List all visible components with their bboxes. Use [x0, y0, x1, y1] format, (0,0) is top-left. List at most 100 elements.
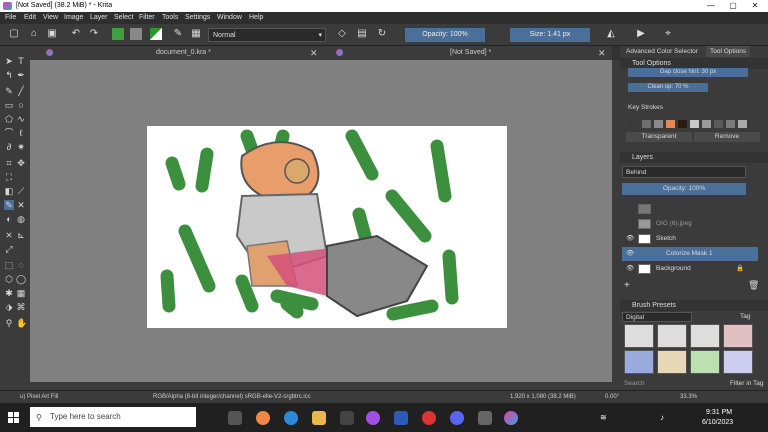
clean-up-slider[interactable]: Clean up: 70 % [628, 83, 708, 92]
key-stroke-swatch[interactable] [702, 120, 711, 128]
layer-row[interactable]: 👁 Sketch [622, 232, 758, 246]
blend-mode-select[interactable]: Normal ▾ [208, 28, 326, 42]
document-canvas[interactable] [147, 126, 507, 328]
windows-start-icon[interactable] [8, 412, 19, 423]
freehand-path-icon[interactable]: ℓ [16, 128, 26, 138]
vertical-scrollbar[interactable] [612, 60, 620, 382]
close-window-button[interactable]: ✕ [748, 1, 762, 11]
fg-bg-color-icon[interactable] [150, 28, 162, 40]
key-stroke-swatch[interactable] [654, 120, 663, 128]
tab-tool-options[interactable]: Tool Options [706, 46, 751, 57]
brush-preset[interactable] [657, 350, 687, 374]
gradient-tool-icon[interactable]: ◧ [4, 186, 14, 196]
eye-icon[interactable]: 👁 [626, 232, 634, 246]
bezier-select-icon[interactable]: ⬗ [4, 302, 14, 312]
open-folder-icon[interactable]: ⌂ [28, 28, 40, 40]
wrap-around-icon[interactable]: ⌖ [662, 28, 674, 40]
task-view-icon[interactable] [228, 411, 242, 425]
select-shapes-icon[interactable]: ➤ [4, 56, 14, 66]
add-layer-icon[interactable]: + [624, 280, 630, 291]
bezier-tool-icon[interactable]: ⌒ [4, 128, 14, 138]
key-stroke-swatch[interactable] [642, 120, 651, 128]
preserve-alpha-icon[interactable]: ▤ [356, 28, 368, 40]
key-stroke-swatch[interactable] [738, 120, 747, 128]
menu-view[interactable]: View [43, 14, 58, 21]
color-sampler-icon[interactable]: ⟋ [16, 186, 26, 196]
eye-icon[interactable]: 👁 [626, 247, 634, 261]
close-tab-icon[interactable]: ✕ [598, 46, 606, 60]
menu-layer[interactable]: Layer [90, 14, 108, 21]
measure-tool-icon[interactable]: ⊾ [16, 230, 26, 240]
brush-preset[interactable] [723, 324, 753, 348]
edit-shapes-icon[interactable]: ↰ [4, 70, 14, 80]
chrome-icon[interactable] [256, 411, 270, 425]
layer-row[interactable]: OIG (6).jpeg [622, 217, 758, 231]
close-tab-icon[interactable]: ✕ [310, 46, 318, 60]
key-stroke-swatch[interactable] [690, 120, 699, 128]
delete-layer-icon[interactable]: 🗑 [748, 280, 759, 291]
enclose-fill-icon[interactable]: ◍ [16, 214, 26, 224]
menu-edit[interactable]: Edit [24, 14, 36, 21]
word-icon[interactable] [394, 411, 408, 425]
file-explorer-icon[interactable] [312, 411, 326, 425]
remove-button[interactable]: Remove [694, 132, 760, 142]
menu-tools[interactable]: Tools [162, 14, 178, 21]
eye-icon[interactable]: 👁 [626, 262, 634, 276]
freehand-select-icon[interactable]: ◯ [16, 274, 26, 284]
transparent-button[interactable]: Transparent [626, 132, 692, 142]
menu-select[interactable]: Select [114, 14, 133, 21]
gap-close-slider[interactable]: Gap close hint: 30 px [628, 68, 748, 77]
menu-file[interactable]: File [5, 14, 16, 21]
brush-preset-icon[interactable]: ▦ [190, 28, 202, 40]
undo-icon[interactable]: ↶ [70, 28, 82, 40]
crop-tool-icon[interactable]: ⌗ [4, 158, 14, 168]
layer-row[interactable]: 👁 Colorize Mask 1 [622, 247, 758, 261]
horizontal-scrollbar[interactable] [30, 382, 620, 390]
brush-preset[interactable] [723, 350, 753, 374]
layer-row[interactable] [622, 202, 758, 216]
brush-preset[interactable] [657, 324, 687, 348]
brush-editor-icon[interactable]: ✎ [172, 28, 184, 40]
tab-not-saved[interactable]: [Not Saved] * [450, 46, 491, 60]
transform-tool-icon[interactable]: ⛶ [4, 172, 14, 182]
brush-preset[interactable] [690, 324, 720, 348]
ellipse-select-icon[interactable]: ◌ [16, 260, 26, 270]
similar-select-icon[interactable]: ▦ [16, 288, 26, 298]
multibrush-icon[interactable]: ✷ [16, 142, 26, 152]
rectangle-tool-icon[interactable]: ▭ [4, 100, 14, 110]
polygon-select-icon[interactable]: ⬡ [4, 274, 14, 284]
line-tool-icon[interactable]: ╱ [16, 86, 26, 96]
gradient-icon[interactable] [130, 28, 142, 40]
polygon-tool-icon[interactable]: ⬠ [4, 114, 14, 124]
menu-help[interactable]: Help [249, 14, 263, 21]
menu-image[interactable]: Image [64, 14, 83, 21]
key-stroke-swatch[interactable] [678, 120, 687, 128]
reload-preset-icon[interactable]: ↻ [376, 28, 388, 40]
text-tool-icon[interactable]: T [16, 56, 26, 66]
krita-taskbar-icon[interactable] [504, 411, 518, 425]
pan-tool-icon[interactable]: ✋ [16, 318, 27, 328]
fill-tool-icon[interactable]: ◐ [4, 214, 14, 224]
key-stroke-swatch[interactable] [726, 120, 735, 128]
eraser-icon[interactable]: ◇ [336, 28, 348, 40]
taskbar-search-box[interactable]: Type here to search [30, 407, 196, 427]
zoom-tool-icon[interactable]: ⚲ [4, 318, 14, 328]
new-document-icon[interactable]: ▢ [8, 28, 20, 40]
mirror-vertical-icon[interactable]: ▶ [635, 28, 647, 40]
contiguous-select-icon[interactable]: ✱ [4, 288, 14, 298]
wifi-icon[interactable]: ≋ [600, 413, 607, 422]
filter-in-tag-checkbox[interactable]: Filter in Tag [730, 380, 763, 387]
size-slider[interactable]: Size: 1.41 px [510, 28, 590, 42]
volume-icon[interactable]: ♪ [660, 413, 664, 422]
layer-blend-select[interactable]: Behind [622, 166, 746, 178]
freehand-brush-icon[interactable]: ✎ [4, 86, 14, 96]
store-icon[interactable] [340, 411, 354, 425]
ellipse-tool-icon[interactable]: ○ [16, 100, 26, 110]
menu-settings[interactable]: Settings [185, 14, 210, 21]
magnetic-select-icon[interactable]: ⌘ [16, 302, 26, 312]
calligraphy-icon[interactable]: ✒ [16, 70, 26, 80]
brush-preset[interactable] [624, 350, 654, 374]
colorize-mask-icon[interactable]: ✎ [4, 200, 14, 210]
key-stroke-swatch[interactable] [666, 120, 675, 128]
smart-patch-icon[interactable]: ✕ [16, 200, 26, 210]
